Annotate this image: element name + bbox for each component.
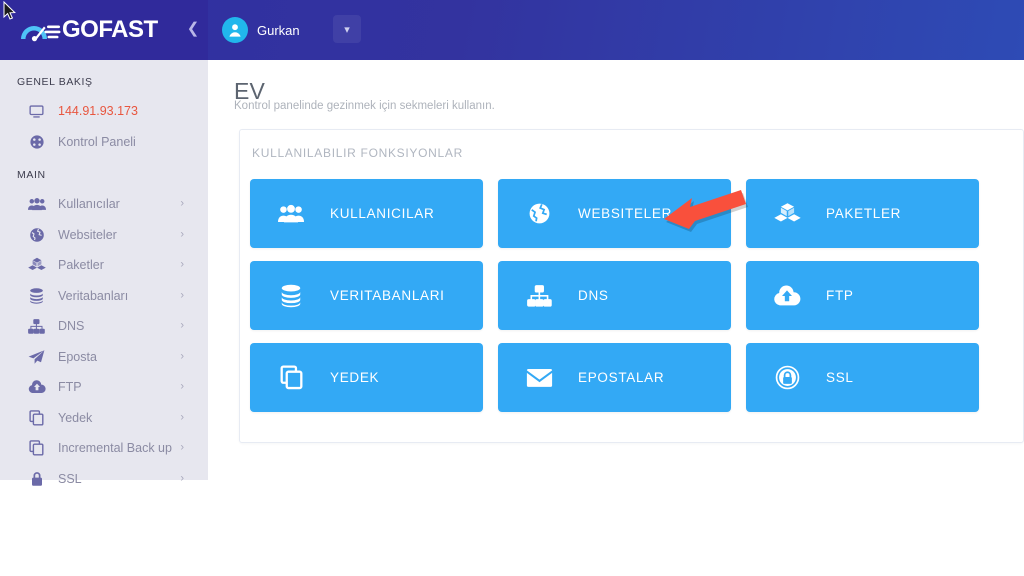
chevron-left-icon[interactable]: ❮: [185, 21, 201, 37]
brand-logo[interactable]: GOFAST: [0, 0, 208, 60]
sidebar-item-server-ip[interactable]: 144.91.93.173: [0, 96, 208, 127]
tile-ssl[interactable]: SSL: [746, 343, 979, 412]
sidebar-item-label: SSL: [58, 471, 82, 486]
sidebar-item-label: 144.91.93.173: [58, 104, 138, 119]
sidebar-item-veritabanlari[interactable]: Veritabanları ›: [0, 281, 208, 312]
tile-kullanicilar[interactable]: KULLANICILAR: [250, 179, 483, 248]
tile-websiteler[interactable]: WEBSITELER: [498, 179, 731, 248]
tile-ftp[interactable]: FTP: [746, 261, 979, 330]
chevron-right-icon: ›: [180, 258, 184, 271]
paper-plane-icon: [27, 347, 46, 366]
chevron-right-icon: ›: [180, 380, 184, 393]
sidebar-section-label: GENEL BAKIŞ: [17, 76, 93, 88]
user-profile[interactable]: Gurkan: [222, 16, 300, 44]
sidebar-item-websiteler[interactable]: Websiteler ›: [0, 220, 208, 251]
sitemap-icon: [524, 281, 554, 311]
user-avatar-icon: [222, 17, 248, 43]
top-header-bar: GOFAST ❮ Gurkan ▾: [0, 0, 1024, 60]
tile-label: EPOSTALAR: [578, 370, 665, 385]
copy-icon: [276, 363, 306, 393]
chevron-right-icon: ›: [180, 197, 184, 210]
tile-veritabanlari[interactable]: VERITABANLARI: [250, 261, 483, 330]
functions-grid: KULLANICILAR WEBSITELER PAKETLER VERITAB…: [250, 179, 985, 412]
envelope-icon: [524, 363, 554, 393]
sidebar-item-incremental-back-up[interactable]: Incremental Back up ›: [0, 433, 208, 464]
chevron-right-icon: ›: [180, 319, 184, 332]
sidebar-item-kullanicilar[interactable]: Kullanıcılar ›: [0, 189, 208, 220]
card-title: KULLANILABILIR FONKSIYONLAR: [252, 146, 463, 160]
user-name-label: Gurkan: [257, 22, 300, 38]
chevron-down-icon[interactable]: ▾: [333, 15, 361, 43]
packages-icon: [27, 256, 46, 275]
database-icon: [276, 281, 306, 311]
monitor-icon: [27, 102, 46, 121]
page-subtitle: Kontrol panelinde gezinmek için sekmeler…: [234, 100, 495, 112]
sidebar-item-ftp[interactable]: FTP ›: [0, 372, 208, 403]
chevron-right-icon: ›: [180, 289, 184, 302]
tile-yedek[interactable]: YEDEK: [250, 343, 483, 412]
copy-icon: [27, 439, 46, 458]
sidebar-item-eposta[interactable]: Eposta ›: [0, 342, 208, 373]
tile-label: DNS: [578, 288, 609, 303]
tile-label: KULLANICILAR: [330, 206, 435, 221]
tile-label: VERITABANLARI: [330, 288, 445, 303]
sidebar-item-label: DNS: [58, 319, 85, 334]
sidebar-item-label: Kullanıcılar: [58, 197, 120, 212]
brand-name: GOFAST: [62, 16, 158, 43]
copy-icon: [27, 408, 46, 427]
users-icon: [276, 199, 306, 229]
sidebar-item-label: Incremental Back up: [58, 441, 172, 456]
chevron-right-icon: ›: [180, 472, 184, 485]
tile-label: FTP: [826, 288, 854, 303]
sidebar-item-yedek[interactable]: Yedek ›: [0, 403, 208, 434]
chevron-right-icon: ›: [180, 228, 184, 241]
lock-circle-icon: [772, 363, 802, 393]
sidebar-item-dns[interactable]: DNS ›: [0, 311, 208, 342]
chevron-right-icon: ›: [180, 441, 184, 454]
tile-label: PAKETLER: [826, 206, 902, 221]
chevron-right-icon: ›: [180, 411, 184, 424]
sidebar-item-paketler[interactable]: Paketler ›: [0, 250, 208, 281]
sidebar-item-ssl[interactable]: SSL ›: [0, 464, 208, 495]
sidebar-item-label: Veritabanları: [58, 288, 129, 303]
sidebar-item-label: Eposta: [58, 349, 97, 364]
sidebar-item-label: Paketler: [58, 258, 104, 273]
tile-dns[interactable]: DNS: [498, 261, 731, 330]
globe-icon: [524, 199, 554, 229]
sidebar-item-label: FTP: [58, 380, 82, 395]
sidebar-item-label: Yedek: [58, 410, 93, 425]
app-root: GOFAST ❮ Gurkan ▾ GENEL BAKIŞ 144.91.93.…: [0, 0, 1024, 576]
lock-icon: [27, 469, 46, 488]
sidebar-item-label: Kontrol Paneli: [58, 134, 136, 149]
tile-label: SSL: [826, 370, 854, 385]
dashboard-gauge-icon: [27, 132, 46, 151]
tile-label: YEDEK: [330, 370, 380, 385]
sidebar-item-kontrol-paneli[interactable]: Kontrol Paneli: [0, 127, 208, 158]
tile-label: WEBSITELER: [578, 206, 673, 221]
tile-epostalar[interactable]: EPOSTALAR: [498, 343, 731, 412]
speedometer-icon: [18, 14, 64, 46]
main-content: EV Kontrol panelinde gezinmek için sekme…: [208, 60, 1024, 576]
tile-paketler[interactable]: PAKETLER: [746, 179, 979, 248]
cloud-upload-icon: [27, 378, 46, 397]
sidebar-item-label: Websiteler: [58, 227, 117, 242]
sidebar-nav: GENEL BAKIŞ 144.91.93.173 Kontrol Paneli…: [0, 60, 208, 486]
sitemap-icon: [27, 317, 46, 336]
chevron-right-icon: ›: [180, 350, 184, 363]
packages-icon: [772, 199, 802, 229]
globe-icon: [27, 225, 46, 244]
cloud-upload-icon: [772, 281, 802, 311]
sidebar-section-label: MAIN: [17, 169, 46, 181]
users-icon: [27, 195, 46, 214]
database-icon: [27, 286, 46, 305]
